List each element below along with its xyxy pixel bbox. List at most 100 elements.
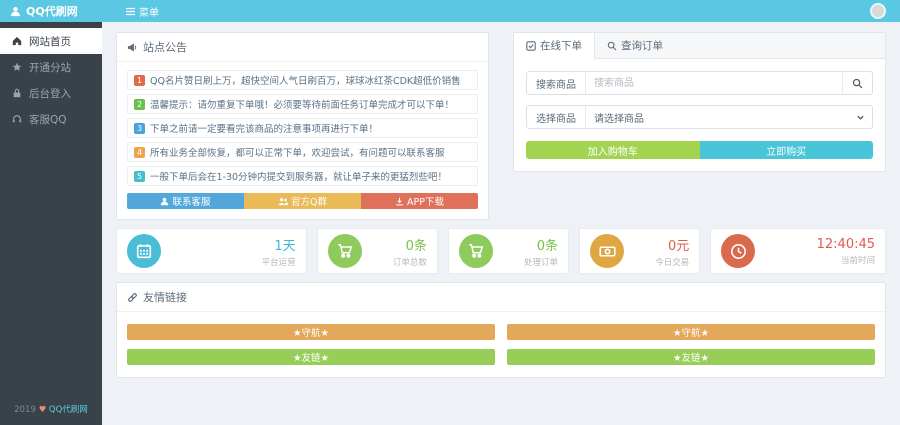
contact-support-button[interactable]: 联系客服 xyxy=(127,193,244,209)
search-submit-button[interactable] xyxy=(842,72,872,94)
notice-text: 一般下单后会在1-30分钟内提交到服务器，就让单子来的更猛烈些吧！ xyxy=(150,169,447,183)
sidebar: 网站首页 开通分站 后台登入 客服QQ 2019 ♥ QQ代刷网 xyxy=(0,22,102,425)
stat-card-today-trade: 0元 今日交易 xyxy=(579,228,700,274)
stat-card-platform-days: 1天 平台运营 xyxy=(116,228,307,274)
friend-link-shouhang[interactable]: ★守航★ xyxy=(127,324,495,340)
sidebar-item-admin-login[interactable]: 后台登入 xyxy=(0,80,102,106)
footer-year: 2019 xyxy=(14,405,36,415)
friend-links-title: 友情链接 xyxy=(143,289,187,305)
official-qq-group-label: 官方Q群 xyxy=(291,194,327,208)
sidebar-item-home[interactable]: 网站首页 xyxy=(0,28,102,54)
stat-meta: 0条 处理订单 xyxy=(524,235,558,268)
friend-link-shouhang[interactable]: ★守航★ xyxy=(507,324,875,340)
notice-text: QQ名片赞日刷上万，超快空间人气日刷百万，球球冰红茶CDK超低价销售 xyxy=(150,73,461,87)
order-tabs: 在线下单 查询订单 xyxy=(514,33,885,59)
friend-link-youlian[interactable]: ★友链★ xyxy=(127,349,495,365)
cart-icon xyxy=(459,234,493,268)
stat-label: 订单总数 xyxy=(393,256,427,268)
lock-icon xyxy=(12,88,22,98)
avatar[interactable] xyxy=(870,3,886,19)
notice-panel-header: 站点公告 xyxy=(117,33,488,62)
brand[interactable]: QQ代刷网 xyxy=(0,3,102,19)
order-buttons: 加入购物车 立即购买 xyxy=(526,141,873,159)
sidebar-item-support-qq[interactable]: 客服QQ xyxy=(0,106,102,132)
stat-value: 12:40:45 xyxy=(817,237,875,252)
notice-text: 温馨提示：请勿重复下单哦！必须要等待前面任务订单完成才可以下单！ xyxy=(150,97,454,111)
notice-number-badge: 2 xyxy=(134,99,145,110)
notice-item: 1 QQ名片赞日刷上万，超快空间人气日刷百万，球球冰红茶CDK超低价销售 xyxy=(127,70,478,90)
select-product-dropdown[interactable]: 请选择商品 xyxy=(586,106,848,128)
chevron-down-icon[interactable] xyxy=(848,106,872,128)
topbar: QQ代刷网 菜单 xyxy=(0,0,900,22)
notice-number-badge: 5 xyxy=(134,171,145,182)
search-icon xyxy=(607,41,617,51)
sidebar-item-label: 后台登入 xyxy=(29,86,71,101)
stat-value: 0条 xyxy=(393,235,427,254)
notice-item: 3 下单之前请一定要看完该商品的注意事项再进行下单！ xyxy=(127,118,478,138)
megaphone-icon xyxy=(127,42,138,53)
stat-label: 平台运营 xyxy=(262,256,296,268)
tab-online-order-label: 在线下单 xyxy=(540,38,582,53)
stat-card-current-time: 12:40:45 当前时间 xyxy=(710,228,886,274)
stat-meta: 12:40:45 当前时间 xyxy=(817,237,875,266)
app-download-label: APP下载 xyxy=(407,194,444,208)
add-to-cart-button[interactable]: 加入购物车 xyxy=(526,141,700,159)
friend-links-panel: 友情链接 ★守航★ ★友链★ ★守航★ ★友链★ xyxy=(116,282,886,378)
notice-item: 4 所有业务全部恢复，都可以正常下单，欢迎尝试，有问题可以联系客服 xyxy=(127,142,478,162)
search-icon xyxy=(852,78,863,89)
stat-meta: 0元 今日交易 xyxy=(655,235,689,268)
buy-now-button[interactable]: 立即购买 xyxy=(700,141,874,159)
stats-row: 1天 平台运营 0条 订单总数 0条 处理订单 xyxy=(116,228,886,274)
sidebar-item-label: 网站首页 xyxy=(29,34,71,49)
notice-panel: 站点公告 1 QQ名片赞日刷上万，超快空间人气日刷百万，球球冰红茶CDK超低价销… xyxy=(116,32,489,220)
stat-label: 当前时间 xyxy=(817,254,875,266)
search-product-label: 搜索商品 xyxy=(527,72,586,94)
headset-icon xyxy=(12,114,22,124)
friend-links-column: ★守航★ ★友链★ xyxy=(121,324,501,365)
sidebar-item-label: 开通分站 xyxy=(29,60,71,75)
star-icon xyxy=(12,62,22,72)
notice-text: 所有业务全部恢复，都可以正常下单，欢迎尝试，有问题可以联系客服 xyxy=(150,145,445,159)
banknote-icon xyxy=(590,234,624,268)
stat-value: 0元 xyxy=(655,235,689,254)
user-logo-icon xyxy=(10,6,21,17)
notice-item: 2 温馨提示：请勿重复下单哦！必须要等待前面任务订单完成才可以下单！ xyxy=(127,94,478,114)
friend-links-body: ★守航★ ★友链★ ★守航★ ★友链★ xyxy=(117,312,885,377)
tab-online-order[interactable]: 在线下单 xyxy=(514,33,595,59)
user-icon xyxy=(160,197,169,206)
calendar-icon xyxy=(127,234,161,268)
friend-links-header: 友情链接 xyxy=(117,283,885,312)
users-icon xyxy=(278,197,288,206)
notice-actions: 联系客服 官方Q群 APP下载 xyxy=(127,193,478,209)
stat-value: 1天 xyxy=(262,235,296,254)
contact-support-label: 联系客服 xyxy=(172,194,210,208)
home-icon xyxy=(12,36,22,46)
check-square-icon xyxy=(526,41,536,51)
tab-query-order-label: 查询订单 xyxy=(621,38,663,53)
search-product-group: 搜索商品 xyxy=(526,71,873,95)
tab-query-order[interactable]: 查询订单 xyxy=(595,33,675,58)
menu-toggle[interactable]: 菜单 xyxy=(126,4,159,19)
main-content: 站点公告 1 QQ名片赞日刷上万，超快空间人气日刷百万，球球冰红茶CDK超低价销… xyxy=(102,22,900,425)
link-icon xyxy=(127,292,138,303)
search-product-input[interactable] xyxy=(586,72,842,94)
hamburger-icon xyxy=(126,7,135,16)
sidebar-item-label: 客服QQ xyxy=(29,112,67,127)
notice-number-badge: 1 xyxy=(134,75,145,86)
app-download-button[interactable]: APP下载 xyxy=(361,193,478,209)
friend-links-column: ★守航★ ★友链★ xyxy=(501,324,881,365)
notice-number-badge: 4 xyxy=(134,147,145,158)
stat-meta: 0条 订单总数 xyxy=(393,235,427,268)
cart-icon xyxy=(328,234,362,268)
stat-card-processing-orders: 0条 处理订单 xyxy=(448,228,569,274)
notice-number-badge: 3 xyxy=(134,123,145,134)
download-icon xyxy=(395,197,404,206)
menu-label: 菜单 xyxy=(139,4,159,19)
order-form: 搜索商品 选择商品 请选择商品 xyxy=(514,59,885,171)
official-qq-group-button[interactable]: 官方Q群 xyxy=(244,193,361,209)
stat-card-total-orders: 0条 订单总数 xyxy=(317,228,438,274)
friend-link-youlian[interactable]: ★友链★ xyxy=(507,349,875,365)
footer-brand-link[interactable]: QQ代刷网 xyxy=(49,405,88,415)
sidebar-item-substation[interactable]: 开通分站 xyxy=(0,54,102,80)
notice-text: 下单之前请一定要看完该商品的注意事项再进行下单！ xyxy=(150,121,378,135)
